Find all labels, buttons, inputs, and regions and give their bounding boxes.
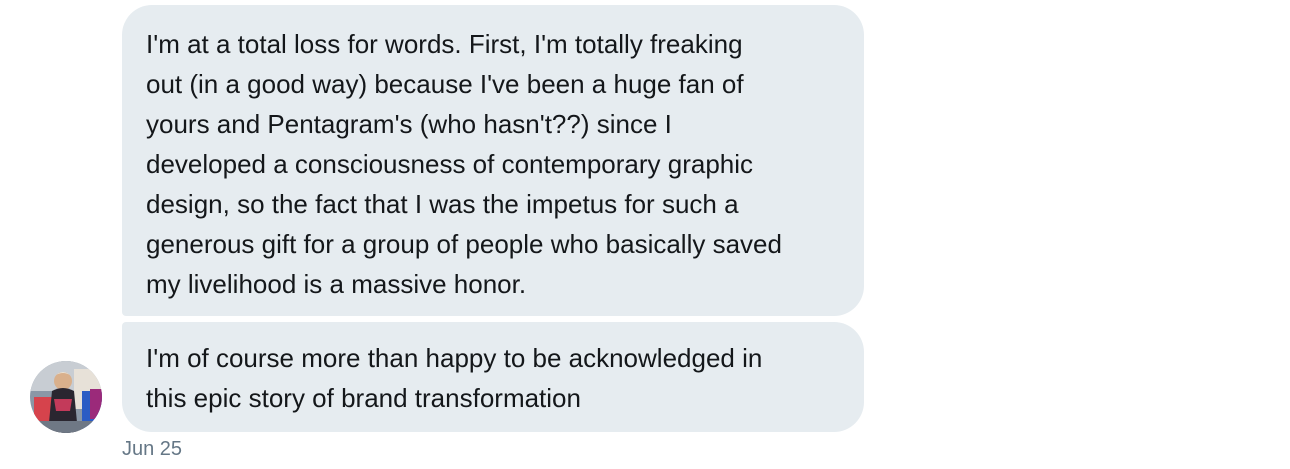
sender-avatar[interactable] — [30, 361, 102, 433]
message-timestamp: Jun 25 — [122, 438, 183, 460]
message-bubble-1: I'm at a total loss for words. First, I'… — [122, 5, 864, 316]
avatar-photo-icon — [30, 361, 102, 433]
message-bubble-2: I'm of course more than happy to be ackn… — [122, 322, 864, 432]
